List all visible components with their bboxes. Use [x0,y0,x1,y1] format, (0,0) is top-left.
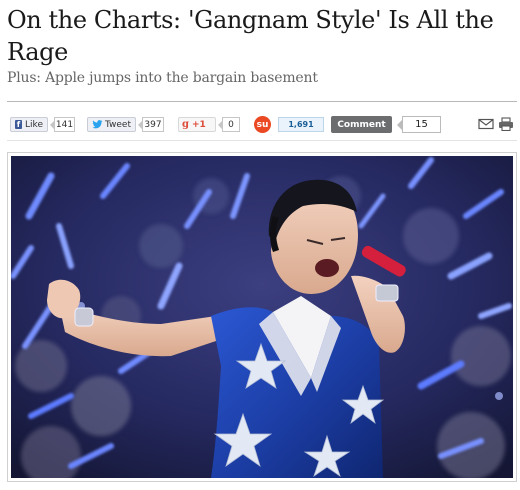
article-headline: On the Charts: 'Gangnam Style' Is All th… [7,6,494,66]
tweet-button[interactable]: Tweet [87,117,136,132]
facebook-like-label: Like [25,119,43,130]
facebook-like-button[interactable]: f Like [10,117,48,132]
google-plus-label: +1 [192,119,206,130]
google-plus-count: 0 [218,117,240,132]
facebook-like-count: 141 [50,117,75,132]
article-subheadline: Plus: Apple jumps into the bargain basem… [7,70,318,86]
tweet-count: 397 [138,117,164,132]
facebook-icon: f [15,120,23,129]
google-plus-icon: g [182,119,189,130]
article-photo-frame [7,152,517,482]
stumbleupon-count: 1,691 [278,117,324,132]
google-plus-one-button[interactable]: g +1 [178,117,216,132]
toolbar-divider [7,140,517,141]
tweet-label: Tweet [105,119,131,130]
article-photo [11,156,513,478]
twitter-bird-icon [92,120,103,129]
comment-button[interactable]: Comment [331,116,392,133]
comment-count: 15 [397,116,441,133]
email-envelope-icon[interactable] [478,117,494,131]
printer-icon[interactable] [498,117,514,131]
share-toolbar: f Like 141 Tweet 397 g +1 0 su 1,691 Com… [10,116,520,136]
header-divider [7,101,517,102]
stumbleupon-icon[interactable]: su [254,116,271,133]
